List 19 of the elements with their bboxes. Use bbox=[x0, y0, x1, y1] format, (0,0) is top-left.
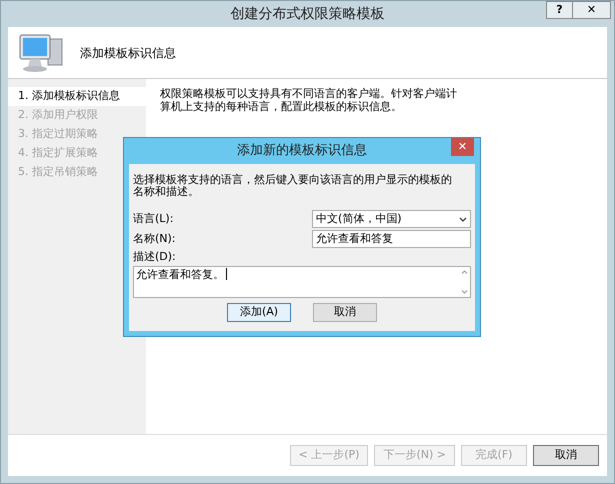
dialog-button[interactable]: 取消 bbox=[313, 302, 377, 322]
description-text: 权限策略模板可以支持具有不同语言的客户端。针对客户端计算机上支持的每种语言，配置此模板的标识信息。 bbox=[160, 87, 458, 113]
wizard-step[interactable]: 1. 添加模板标识信息 bbox=[8, 87, 146, 106]
name-field[interactable]: 允许查看和答复 bbox=[312, 230, 471, 248]
window-title: 创建分布式权限策略模板 bbox=[230, 4, 384, 24]
footer-button[interactable]: 取消 bbox=[533, 445, 599, 466]
close-button[interactable]: ✕ bbox=[451, 138, 474, 156]
dialog-title: 添加新的模板标识信息 bbox=[237, 142, 367, 160]
description-field[interactable]: 允许查看和答复。 bbox=[133, 266, 471, 298]
close-button[interactable]: ✕ bbox=[573, 1, 611, 19]
field-label: 语言(L): bbox=[133, 210, 174, 227]
dialog-button[interactable]: 添加(A) bbox=[227, 302, 291, 322]
help-button[interactable]: ? bbox=[546, 1, 573, 19]
language-dropdown[interactable]: 中文(简体，中国) bbox=[312, 210, 471, 228]
page-heading: 添加模板标识信息 bbox=[80, 44, 176, 62]
instruction-text: 选择模板将支持的语言，然后键入要向该语言的用户显示的模板的名称和描述。 bbox=[133, 174, 453, 198]
field-label: 名称(N): bbox=[133, 230, 176, 247]
chevron-icon bbox=[459, 216, 467, 222]
field-label: 描述(D): bbox=[133, 249, 177, 265]
